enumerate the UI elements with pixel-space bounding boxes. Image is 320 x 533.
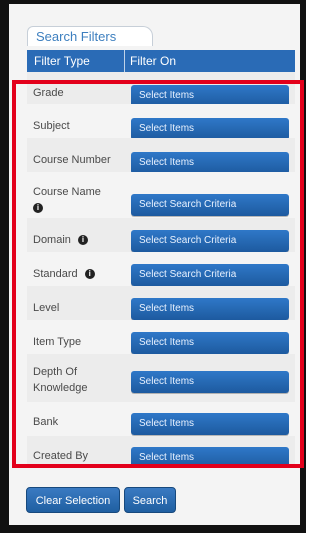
filters-table-header: Filter Type Filter On: [27, 50, 295, 72]
tab-search-filters[interactable]: Search Filters: [27, 26, 153, 46]
clear-selection-button[interactable]: Clear Selection: [26, 487, 120, 513]
header-divider: [124, 50, 125, 72]
highlight-rectangle: [12, 80, 304, 468]
column-header-filter-type: Filter Type: [34, 54, 90, 68]
search-button[interactable]: Search: [124, 487, 176, 513]
column-header-filter-on: Filter On: [130, 54, 177, 68]
